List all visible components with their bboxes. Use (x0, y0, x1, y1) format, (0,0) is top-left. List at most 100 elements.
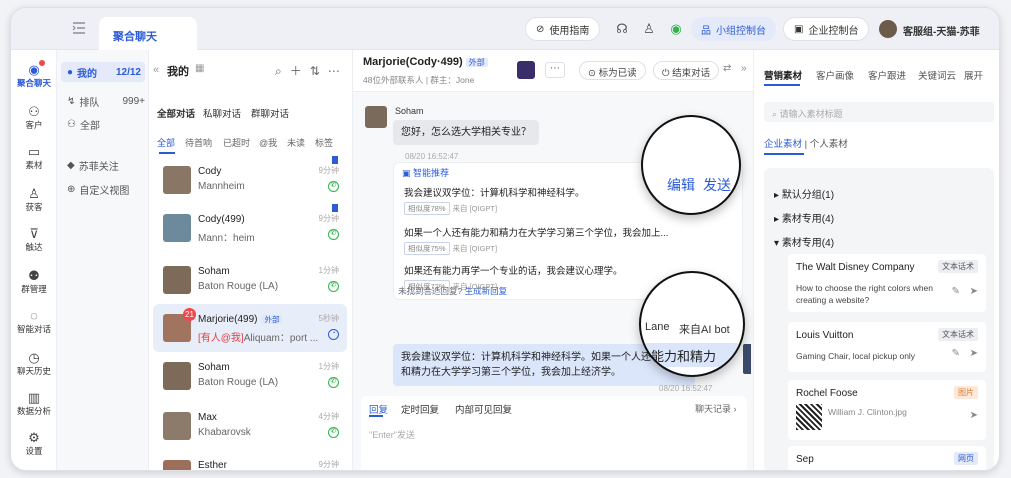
scope-tab[interactable]: 全部对话 (157, 106, 195, 120)
collapse-icon[interactable]: « (153, 64, 159, 76)
right-tab[interactable]: 客户跟进 (868, 68, 906, 82)
avatar[interactable] (517, 61, 535, 79)
composer-tab[interactable]: 定时回复 (401, 402, 439, 416)
menu-toggle-icon[interactable] (71, 20, 87, 36)
right-tab[interactable]: 营销素材 (764, 68, 802, 82)
filter-tab[interactable]: 未读 (287, 136, 305, 149)
mark-read-button[interactable]: ⊙ 标为已读 (579, 61, 646, 80)
nav-customer[interactable]: ⚇ 客户 (11, 104, 57, 131)
conversation-item[interactable]: 21 Marjorie(499) 外部 [有人@我]Aliquam：port ... 5… (153, 304, 347, 352)
name-text: Cody (198, 166, 222, 177)
conversation-item[interactable]: Cody(499) Mann：heim 9分钟 ✆ (153, 204, 347, 252)
end-chat-button[interactable]: ⏻ 结束对话 (653, 61, 720, 80)
contact-name: Cody (198, 166, 221, 177)
expand-icon[interactable]: » (741, 63, 747, 74)
nav-group[interactable]: ⚉ 群管理 (11, 268, 57, 295)
material-card[interactable]: Louis Vuitton 文本话术 Gaming Chair, local pic… (788, 322, 986, 372)
filter-tab[interactable]: @我 (259, 136, 277, 149)
history-link[interactable]: 聊天记录 › (695, 402, 737, 415)
material-group[interactable]: ▸ 素材专用(4) (774, 210, 834, 225)
guide-button[interactable]: ⊘ 使用指南 (525, 17, 601, 41)
send-icon[interactable]: ➤ (970, 286, 978, 297)
smart-label: ▣ 智能推荐 (402, 168, 450, 178)
nav-funnel[interactable]: ⊽ 触达 (11, 226, 57, 253)
filter-tab[interactable]: 待首响 (185, 136, 212, 149)
grid-icon[interactable]: ▦ (195, 63, 204, 74)
message-input[interactable]: "Enter"发送 (369, 428, 415, 441)
search-input[interactable]: ⌕ 请输入素材标题 (764, 102, 994, 122)
last-message: Mannheim (198, 181, 245, 192)
conversation-item[interactable]: Esther 9分钟 (153, 450, 347, 470)
wechat-icon[interactable]: ◉ (665, 18, 687, 40)
view-queue[interactable]: ↯ 排队 999+ (67, 94, 147, 109)
send-icon[interactable]: ➤ (970, 410, 978, 421)
more-button[interactable]: ⋯ (545, 62, 565, 78)
nav-folder[interactable]: ▭ 素材 (11, 144, 57, 171)
nav-label: 获客 (25, 202, 43, 212)
tab-enterprise-material[interactable]: 企业素材 (764, 139, 802, 150)
suggestion-item[interactable]: 如果一个人还有能力和精力在大学学习第三个学位，我会加上... 相似度75% 来自 [… (404, 225, 714, 255)
material-card[interactable]: Rochel Foose 图片 William J. Clinton.jpg ➤ (788, 380, 986, 440)
card-type-tag: 图片 (954, 386, 978, 399)
nav-gear[interactable]: ⚙ 设置 (11, 430, 57, 457)
filter-tab[interactable]: 已超时 (223, 136, 250, 149)
similarity-tag: 相似度78% (404, 202, 450, 215)
avatar[interactable] (879, 20, 897, 38)
search-icon[interactable]: ⌕ (275, 64, 290, 78)
tab-personal-material[interactable]: 个人素材 (810, 139, 848, 150)
view-all[interactable]: ⚇ 全部 (67, 117, 147, 132)
sort-icon[interactable]: ⇅ (310, 64, 328, 78)
sender-name: Lane (645, 321, 670, 333)
scope-tab[interactable]: 私聊对话 (203, 106, 241, 120)
material-group[interactable]: ▾ 素材专用(4) (774, 234, 834, 249)
contact-name: Cody(499) (198, 214, 245, 225)
add-icon[interactable]: ＋ (290, 64, 310, 78)
gear-icon: ⚙ (28, 430, 40, 445)
nav-label: 设置 (25, 446, 43, 456)
filter-tab[interactable]: 全部 (157, 136, 175, 149)
conversation-item[interactable]: Soham Baton Rouge (LA) 1分钟 ✆ (153, 352, 347, 400)
card-type-tag: 文本话术 (938, 260, 978, 273)
conversation-item[interactable]: Max Khabarovsk 4分钟 ✆ (153, 402, 347, 450)
headset-icon[interactable]: ☊ (611, 18, 633, 40)
composer-tab[interactable]: 回复 (369, 402, 388, 416)
view-mine[interactable]: ● 我的 12/12 (61, 62, 145, 82)
unread-dot (39, 60, 45, 66)
send-icon[interactable]: ➤ (970, 348, 978, 359)
nav-history[interactable]: ◷ 聊天历史 (11, 350, 57, 377)
contact-name: Max (198, 412, 217, 423)
view-custom[interactable]: ⊕ 自定义视图 (67, 182, 147, 197)
conversation-item[interactable]: Cody Mannheim 9分钟 ✆ (153, 156, 347, 204)
message-bubble: 您好，怎么选大学相关专业？ (393, 120, 539, 145)
right-tab[interactable]: 展开 (964, 68, 983, 82)
edit-icon[interactable]: ✎ (952, 348, 960, 359)
nav-acquire[interactable]: ♙ 获客 (11, 186, 57, 213)
transfer-icon[interactable]: ⇄ (723, 63, 731, 74)
material-card[interactable]: Sep 网页 (788, 446, 986, 470)
nav-chart[interactable]: ▥ 数据分析 (11, 390, 57, 417)
nav-chat[interactable]: ◉ 聚合聊天 (11, 62, 57, 89)
edit-icon[interactable]: ✎ (952, 286, 960, 297)
scope-tab[interactable]: 群聊对话 (251, 106, 289, 120)
material-card[interactable]: The Walt Disney Company 文本话术 How to choose… (788, 254, 986, 312)
timestamp: 08/20 16:52:47 (405, 152, 459, 161)
material-sub-tabs: 企业素材 | 个人素材 (764, 139, 848, 150)
group-console-button[interactable]: 品小组控制台 (691, 17, 776, 41)
nav-bulb[interactable]: ◌ 智能对话 (11, 308, 57, 335)
time: 1分钟 (318, 266, 339, 275)
user-name[interactable]: 客服组-天猫-苏菲 (903, 23, 980, 38)
app-tab-aggregate-chat[interactable]: 聚合聊天 (99, 17, 197, 50)
conversation-item[interactable]: Soham Baton Rouge (LA) 1分钟 ✆ (153, 256, 347, 304)
right-tab[interactable]: 客户画像 (816, 68, 854, 82)
view-focus[interactable]: ◆ 苏菲关注 (67, 158, 147, 173)
wechat-icon: ✆ (328, 181, 339, 192)
edit-button[interactable]: 编辑 (667, 175, 695, 195)
enterprise-console-button[interactable]: ▣ 企业控制台 (783, 17, 870, 41)
shirt-icon[interactable]: ♙ (638, 18, 660, 40)
composer-tab[interactable]: 内部可见回复 (455, 402, 512, 416)
material-group[interactable]: ▸ 默认分组(1) (774, 186, 834, 201)
send-button[interactable]: 发送 (703, 175, 731, 195)
right-tab[interactable]: 关键词云 (918, 68, 956, 82)
more-icon[interactable]: ⋯ (328, 64, 348, 78)
filter-tab[interactable]: 标签 (315, 136, 333, 149)
